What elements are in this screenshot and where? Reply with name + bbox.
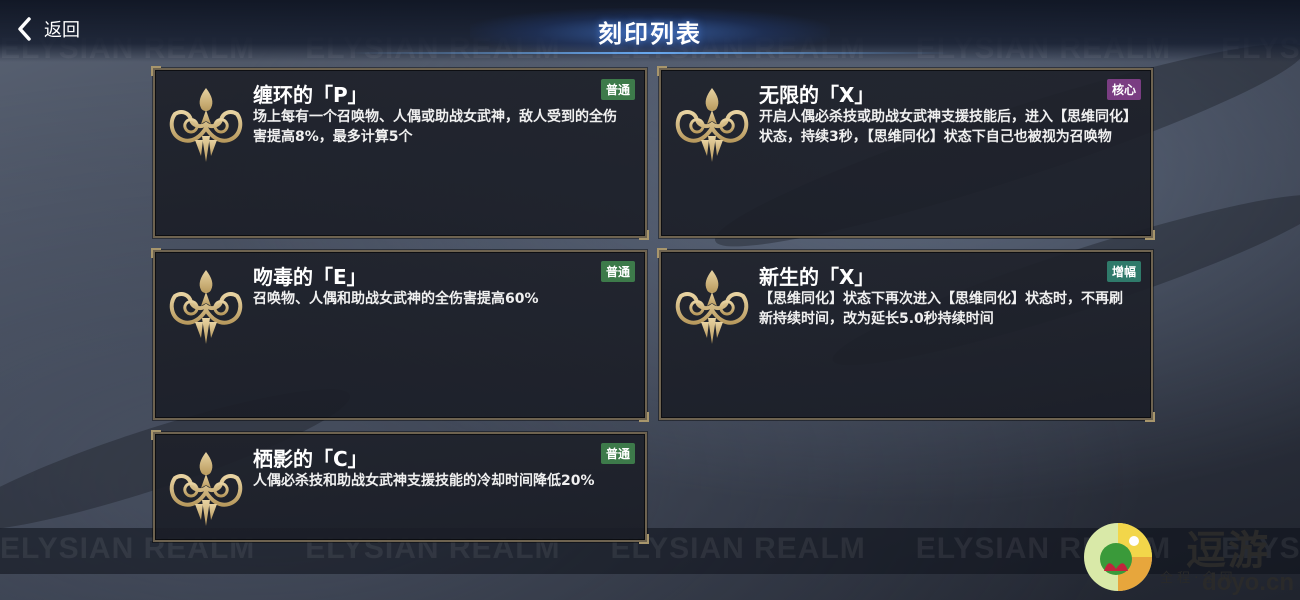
imprint-card[interactable]: 无限的「X」 核心 开启人偶必杀技或助战女武神支援技能后，进入【思维同化】状态，… [657, 66, 1155, 240]
rarity-badge: 普通 [600, 443, 635, 464]
imprint-emblem-icon [675, 86, 749, 164]
imprint-card[interactable]: 新生的「X」 增幅 【思维同化】状态下再次进入【思维同化】状态时，不再刷新持续时… [657, 248, 1155, 422]
imprint-name: 无限的「X」 [759, 83, 875, 107]
top-bar: 刻印列表 返回 [0, 0, 1300, 62]
rarity-badge: 增幅 [1106, 261, 1141, 282]
imprint-name: 缠环的「P」 [253, 83, 368, 107]
back-button[interactable]: 返回 [14, 12, 80, 46]
rarity-badge: 普通 [600, 261, 635, 282]
imprint-name: 栖影的「C」 [253, 447, 368, 471]
imprint-card[interactable]: 栖影的「C」 普通 人偶必杀技和助战女武神支援技能的冷却时间降低20% [151, 430, 649, 544]
imprint-emblem-icon [675, 268, 749, 346]
imprint-description: 人偶必杀技和助战女武神支援技能的冷却时间降低20% [253, 473, 595, 489]
imprint-emblem-icon [169, 450, 243, 528]
back-label: 返回 [44, 20, 80, 41]
site-watermark-logo: 逗游 全 程 · 全 网 doyo.cn [1078, 515, 1300, 600]
imprint-description: 召唤物、人偶和助战女武神的全伤害提高60% [253, 291, 539, 307]
imprint-name: 新生的「X」 [759, 265, 875, 289]
rarity-badge: 普通 [600, 79, 635, 100]
imprint-card[interactable]: 吻毒的「E」 普通 召唤物、人偶和助战女武神的全伤害提高60% [151, 248, 649, 422]
imprint-emblem-icon [169, 86, 243, 164]
chevron-left-icon [18, 17, 31, 41]
imprint-emblem-icon [169, 268, 243, 346]
imprint-description: 【思维同化】状态下再次进入【思维同化】状态时，不再刷新持续时间，改为延长5.0秒… [759, 291, 1123, 327]
imprint-card[interactable]: 缠环的「P」 普通 场上每有一个召唤物、人偶或助战女武神，敌人受到的全伤害提高8… [151, 66, 649, 240]
logo-url: doyo.cn [1202, 569, 1295, 596]
imprint-name: 吻毒的「E」 [253, 265, 367, 289]
title-underline [350, 52, 950, 54]
imprint-description: 开启人偶必杀技或助战女武神支援技能后，进入【思维同化】状态，持续3秒，【思维同化… [759, 109, 1130, 145]
rarity-badge: 核心 [1106, 79, 1141, 100]
logo-badge-icon [1084, 523, 1152, 591]
page-title: 刻印列表 [598, 20, 702, 48]
imprint-description: 场上每有一个召唤物、人偶或助战女武神，敌人受到的全伤害提高8%，最多计算5个 [253, 109, 617, 145]
